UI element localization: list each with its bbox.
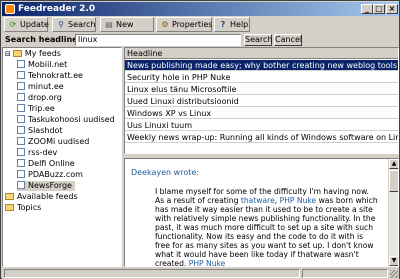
feed-label: Slashdot bbox=[28, 126, 63, 135]
feed-label: ZOOMi uudised bbox=[28, 137, 90, 146]
feed-label: Trip.ee bbox=[28, 104, 55, 113]
new-feed-icon: ▤ bbox=[105, 20, 113, 29]
feed-tree[interactable]: ⊟ My feeds Mobiil.net Tehnokratt.ee minut… bbox=[2, 47, 122, 267]
feed-label: Taskukohoosi uudised bbox=[28, 115, 115, 124]
feed-icon bbox=[17, 181, 25, 189]
feed-label: NewsForge bbox=[28, 181, 72, 190]
headline-row[interactable]: Uus Linuxi tuum bbox=[125, 120, 398, 131]
tree-feed-item[interactable]: drop.org bbox=[17, 93, 62, 103]
column-header-headline[interactable]: Headline bbox=[125, 48, 398, 59]
search-button[interactable]: ⚲ Search bbox=[52, 17, 96, 32]
collapse-icon[interactable]: ⊟ bbox=[5, 50, 11, 58]
tree-feed-item[interactable]: Tehnokratt.ee bbox=[17, 71, 83, 81]
search-icon: ⚲ bbox=[58, 20, 64, 29]
title-bar[interactable]: Feedreader 2.0 _ □ × bbox=[2, 2, 399, 16]
tree-feed-item[interactable]: ZOOMi uudised bbox=[17, 137, 89, 147]
cancel-button[interactable]: Cancel bbox=[274, 34, 302, 46]
search-headlines-label: Search headlines bbox=[5, 35, 83, 44]
feed-icon bbox=[17, 126, 25, 134]
tree-feed-item[interactable]: Trip.ee bbox=[17, 104, 55, 114]
feed-icon bbox=[17, 159, 25, 167]
feed-label: rss-dev bbox=[28, 148, 58, 157]
folder-icon bbox=[5, 204, 14, 211]
feed-icon bbox=[17, 170, 25, 178]
update-icon: ⟳ bbox=[9, 20, 17, 29]
status-pane-main bbox=[4, 269, 300, 278]
headline-row[interactable]: Weekly news wrap-up: Running all kinds o… bbox=[125, 132, 398, 143]
help-button[interactable]: ? Help bbox=[214, 17, 250, 32]
php-nuke-link[interactable]: PHP Nuke bbox=[189, 259, 226, 266]
maximize-button[interactable]: □ bbox=[373, 4, 385, 14]
update-button[interactable]: ⟳ Update bbox=[4, 17, 49, 32]
properties-button[interactable]: ⚙ Properties bbox=[156, 17, 212, 32]
tree-feed-item[interactable]: Slashdot bbox=[17, 126, 63, 136]
scroll-thumb[interactable] bbox=[389, 170, 398, 192]
properties-icon: ⚙ bbox=[161, 20, 169, 29]
tree-node-label: Available feeds bbox=[17, 192, 78, 201]
minimize-button[interactable]: _ bbox=[361, 4, 373, 14]
headline-row[interactable]: Linux elus tänu Microsoftile bbox=[125, 84, 398, 95]
tree-node-available-feeds[interactable]: Available feeds bbox=[5, 192, 78, 202]
help-label: Help bbox=[230, 20, 249, 29]
folder-icon bbox=[5, 193, 14, 200]
search-label: Search bbox=[68, 20, 96, 29]
tree-feed-item[interactable]: Taskukohoosi uudised bbox=[17, 115, 115, 125]
window-title: Feedreader 2.0 bbox=[18, 4, 96, 14]
feed-label: PDABuzz.com bbox=[28, 170, 83, 179]
article-scrollbar[interactable]: ▲ ▼ bbox=[388, 159, 398, 266]
tree-node-label: Topics bbox=[17, 203, 42, 212]
tree-feed-item[interactable]: minut.ee bbox=[17, 82, 64, 92]
status-pane-secondary bbox=[302, 269, 388, 278]
article-body: I blame myself for some of the difficult… bbox=[155, 187, 380, 267]
app-window: Feedreader 2.0 _ □ × ⟳ Update ⚲ Search ▤… bbox=[0, 0, 400, 279]
article-text: was born which has made it way easier th… bbox=[155, 196, 378, 267]
new-feed-button[interactable]: ▤ New feed bbox=[100, 17, 154, 42]
search-row: Search headlines linux Search Cancel bbox=[2, 33, 399, 47]
tree-feed-item[interactable]: PDABuzz.com bbox=[17, 170, 83, 180]
help-icon: ? bbox=[220, 20, 226, 29]
php-nuke-link[interactable]: PHP Nuke bbox=[280, 196, 317, 205]
scroll-up-arrow-icon[interactable]: ▲ bbox=[389, 159, 398, 169]
app-logo-icon bbox=[5, 4, 15, 14]
headline-row[interactable]: Uued Linuxi distributsioonid bbox=[125, 96, 398, 107]
scroll-down-arrow-icon[interactable]: ▼ bbox=[389, 256, 398, 266]
tree-feed-item[interactable]: rss-dev bbox=[17, 148, 57, 158]
tree-feed-item-selected[interactable]: NewsForge bbox=[17, 181, 75, 191]
tree-node-my-feeds[interactable]: ⊟ My feeds bbox=[5, 49, 61, 59]
feed-label: Delfi Online bbox=[28, 159, 75, 168]
properties-label: Properties bbox=[172, 20, 213, 29]
article-author[interactable]: Deekayen wrote: bbox=[131, 168, 199, 177]
headline-row[interactable]: Security hole in PHP Nuke bbox=[125, 72, 398, 83]
headline-row[interactable]: Windows XP vs Linux bbox=[125, 108, 398, 119]
tree-node-topics[interactable]: Topics bbox=[5, 203, 41, 213]
tree-feed-item[interactable]: Mobiil.net bbox=[17, 60, 67, 70]
folder-icon bbox=[12, 50, 22, 57]
feed-label: drop.org bbox=[28, 93, 62, 102]
feed-icon bbox=[17, 115, 25, 123]
close-button[interactable]: × bbox=[386, 4, 398, 14]
headline-row-selected[interactable]: News publishing made easy; why bother cr… bbox=[125, 60, 398, 71]
feed-icon bbox=[17, 71, 25, 79]
feed-icon bbox=[17, 93, 25, 101]
search-input[interactable]: linux bbox=[75, 34, 241, 46]
thatware-link[interactable]: thatware bbox=[241, 196, 275, 205]
feed-label: minut.ee bbox=[28, 82, 64, 91]
headline-list[interactable]: Headline News publishing made easy; why … bbox=[124, 47, 399, 154]
feed-icon bbox=[17, 137, 25, 145]
resize-grip-icon[interactable] bbox=[390, 270, 398, 278]
tree-node-label: My feeds bbox=[24, 49, 61, 58]
feed-icon bbox=[17, 60, 25, 68]
feed-icon bbox=[17, 148, 25, 156]
feed-label: Mobiil.net bbox=[28, 60, 68, 69]
toolbar: ⟳ Update ⚲ Search ▤ New feed ⚙ Propertie… bbox=[2, 17, 399, 42]
feed-icon bbox=[17, 82, 25, 90]
feed-label: Tehnokratt.ee bbox=[28, 71, 83, 80]
status-bar bbox=[2, 268, 399, 279]
update-label: Update bbox=[20, 20, 49, 29]
tree-feed-item[interactable]: Delfi Online bbox=[17, 159, 75, 169]
feed-icon bbox=[17, 104, 25, 112]
article-pane: Deekayen wrote: I blame myself for some … bbox=[124, 158, 399, 267]
search-submit-button[interactable]: Search bbox=[244, 34, 272, 46]
